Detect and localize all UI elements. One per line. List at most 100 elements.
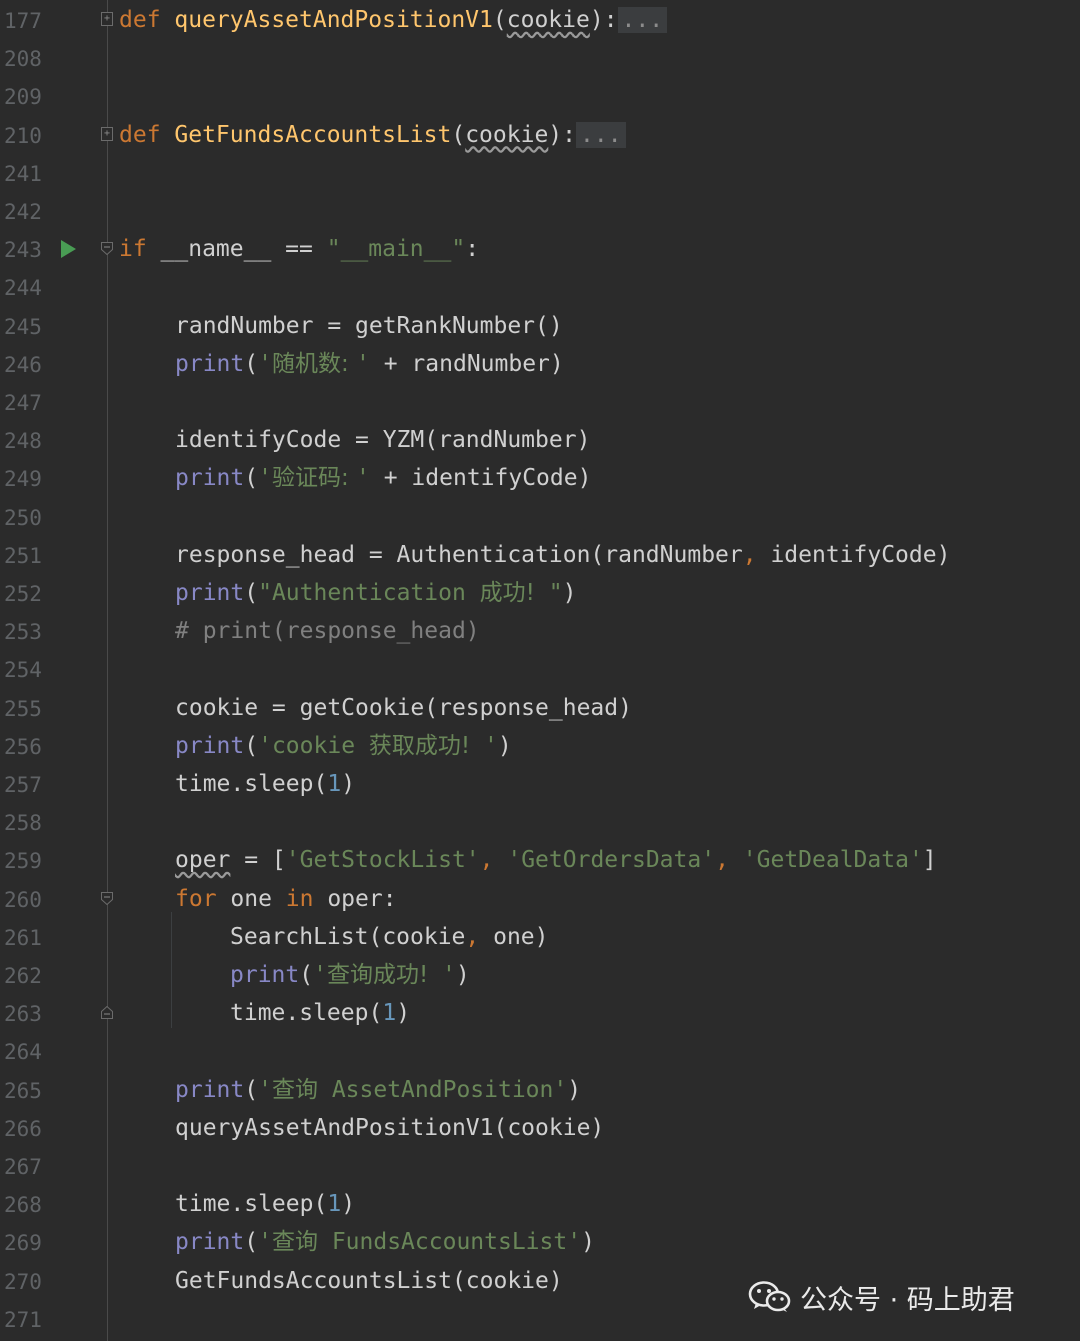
line-number[interactable]: 208 [4, 46, 42, 72]
fold-collapse-icon[interactable] [101, 242, 113, 256]
code-text[interactable]: cookie = getCookie(response_head) [175, 694, 632, 722]
code-line[interactable]: 244 [0, 268, 1080, 306]
code-text[interactable]: # print(response_head) [175, 617, 480, 645]
line-number[interactable]: 177 [4, 8, 42, 34]
code-line[interactable]: 248 identifyCode = YZM(randNumber) [0, 421, 1080, 459]
line-number[interactable]: 268 [4, 1192, 42, 1218]
line-number[interactable]: 253 [4, 619, 42, 645]
code-text[interactable]: print('查询 AssetAndPosition') [175, 1076, 581, 1104]
code-text[interactable]: def GetFundsAccountsList(cookie):... [119, 121, 626, 149]
line-number[interactable]: 242 [4, 199, 42, 225]
code-text[interactable]: def queryAssetAndPositionV1(cookie):... [119, 6, 668, 34]
code-line[interactable]: 257 time.sleep(1) [0, 765, 1080, 803]
code-text[interactable]: response_head = Authentication(randNumbe… [175, 541, 950, 569]
folded-code-placeholder[interactable]: ... [617, 7, 668, 33]
line-number[interactable]: 264 [4, 1039, 42, 1065]
code-editor[interactable]: 177 + def queryAssetAndPositionV1(cookie):… [0, 0, 1080, 1341]
line-number[interactable]: 250 [4, 505, 42, 531]
line-number[interactable]: 263 [4, 1001, 42, 1027]
line-number[interactable]: 262 [4, 963, 42, 989]
code-line[interactable]: 249 print('验证码: ' + identifyCode) [0, 459, 1080, 497]
code-line[interactable]: 259 oper = ['GetStockList', 'GetOrdersDat… [0, 841, 1080, 879]
code-line[interactable]: 260 for one in oper: [0, 880, 1080, 918]
line-number[interactable]: 246 [4, 352, 42, 378]
line-number[interactable]: 261 [4, 925, 42, 951]
code-text[interactable]: SearchList(cookie, one) [230, 923, 549, 951]
code-text[interactable]: for one in oper: [175, 885, 397, 913]
code-text[interactable]: GetFundsAccountsList(cookie) [175, 1267, 563, 1295]
fold-end-icon[interactable] [101, 1006, 113, 1020]
code-text[interactable]: print("Authentication 成功! ") [175, 579, 576, 607]
line-number[interactable]: 265 [4, 1078, 42, 1104]
code-line[interactable]: 255 cookie = getCookie(response_head) [0, 689, 1080, 727]
code-line[interactable]: 254 [0, 650, 1080, 688]
code-line[interactable]: 250 [0, 498, 1080, 536]
code-line[interactable]: 177 + def queryAssetAndPositionV1(cookie):… [0, 1, 1080, 39]
code-line[interactable]: 253 # print(response_head) [0, 612, 1080, 650]
line-number[interactable]: 260 [4, 887, 42, 913]
code-text[interactable]: time.sleep(1) [230, 999, 410, 1027]
code-line[interactable]: 209 [0, 77, 1080, 115]
run-icon[interactable] [59, 239, 77, 259]
line-number[interactable]: 257 [4, 772, 42, 798]
line-number[interactable]: 269 [4, 1230, 42, 1256]
code-line[interactable]: 261 SearchList(cookie, one) [0, 918, 1080, 956]
code-text[interactable]: time.sleep(1) [175, 1190, 355, 1218]
code-line[interactable]: 245 randNumber = getRankNumber() [0, 307, 1080, 345]
code-text[interactable]: print('随机数: ' + randNumber) [175, 350, 564, 378]
line-number[interactable]: 258 [4, 810, 42, 836]
line-number[interactable]: 241 [4, 161, 42, 187]
code-line[interactable]: 210 + def GetFundsAccountsList(cookie):... [0, 116, 1080, 154]
code-line[interactable]: 251 response_head = Authentication(randNu… [0, 536, 1080, 574]
code-text[interactable]: queryAssetAndPositionV1(cookie) [175, 1114, 604, 1142]
code-line[interactable]: 262 print('查询成功! ') [0, 956, 1080, 994]
line-number[interactable]: 209 [4, 84, 42, 110]
line-number[interactable]: 252 [4, 581, 42, 607]
line-number[interactable]: 266 [4, 1116, 42, 1142]
line-number[interactable]: 245 [4, 314, 42, 340]
code-line[interactable]: 252 print("Authentication 成功! ") [0, 574, 1080, 612]
code-line[interactable]: 263 time.sleep(1) [0, 994, 1080, 1032]
line-number[interactable]: 256 [4, 734, 42, 760]
code-line[interactable]: 266 queryAssetAndPositionV1(cookie) [0, 1109, 1080, 1147]
code-line[interactable]: 242 [0, 192, 1080, 230]
line-number[interactable]: 210 [4, 123, 42, 149]
code-line[interactable]: 241 [0, 154, 1080, 192]
code-line[interactable]: 268 time.sleep(1) [0, 1185, 1080, 1223]
code-line[interactable]: 265 print('查询 AssetAndPosition') [0, 1071, 1080, 1109]
code-line[interactable]: 243 if __name__ == "__main__": [0, 230, 1080, 268]
line-number[interactable]: 270 [4, 1269, 42, 1295]
code-line[interactable]: 247 [0, 383, 1080, 421]
line-number[interactable]: 254 [4, 657, 42, 683]
fold-expand-icon[interactable]: + [101, 12, 113, 26]
fold-collapse-icon[interactable] [101, 891, 113, 905]
code-text[interactable]: oper = ['GetStockList', 'GetOrdersData',… [175, 846, 937, 874]
code-text[interactable]: print('验证码: ' + identifyCode) [175, 464, 591, 492]
code-line[interactable]: 208 [0, 39, 1080, 77]
code-line[interactable]: 269 print('查询 FundsAccountsList') [0, 1223, 1080, 1261]
line-number[interactable]: 243 [4, 237, 42, 263]
line-number[interactable]: 247 [4, 390, 42, 416]
line-number[interactable]: 267 [4, 1154, 42, 1180]
line-number[interactable]: 244 [4, 275, 42, 301]
code-line[interactable]: 267 [0, 1147, 1080, 1185]
line-number[interactable]: 248 [4, 428, 42, 454]
line-number[interactable]: 271 [4, 1307, 42, 1333]
code-line[interactable]: 258 [0, 803, 1080, 841]
code-text[interactable]: identifyCode = YZM(randNumber) [175, 426, 590, 454]
line-number[interactable]: 249 [4, 466, 42, 492]
fold-expand-icon[interactable]: + [101, 126, 113, 141]
line-number[interactable]: 251 [4, 543, 42, 569]
code-line[interactable]: 264 [0, 1032, 1080, 1070]
line-number[interactable]: 255 [4, 696, 42, 722]
code-line[interactable]: 246 print('随机数: ' + randNumber) [0, 345, 1080, 383]
code-text[interactable]: time.sleep(1) [175, 770, 355, 798]
line-number[interactable]: 259 [4, 848, 42, 874]
code-line[interactable]: 256 print('cookie 获取成功! ') [0, 727, 1080, 765]
code-text[interactable]: print('查询 FundsAccountsList') [175, 1228, 595, 1256]
folded-code-placeholder[interactable]: ... [576, 121, 626, 148]
code-text[interactable]: print('查询成功! ') [230, 961, 470, 989]
code-text[interactable]: randNumber = getRankNumber() [175, 312, 563, 340]
code-text[interactable]: if __name__ == "__main__": [119, 235, 479, 263]
code-text[interactable]: print('cookie 获取成功! ') [175, 732, 512, 760]
